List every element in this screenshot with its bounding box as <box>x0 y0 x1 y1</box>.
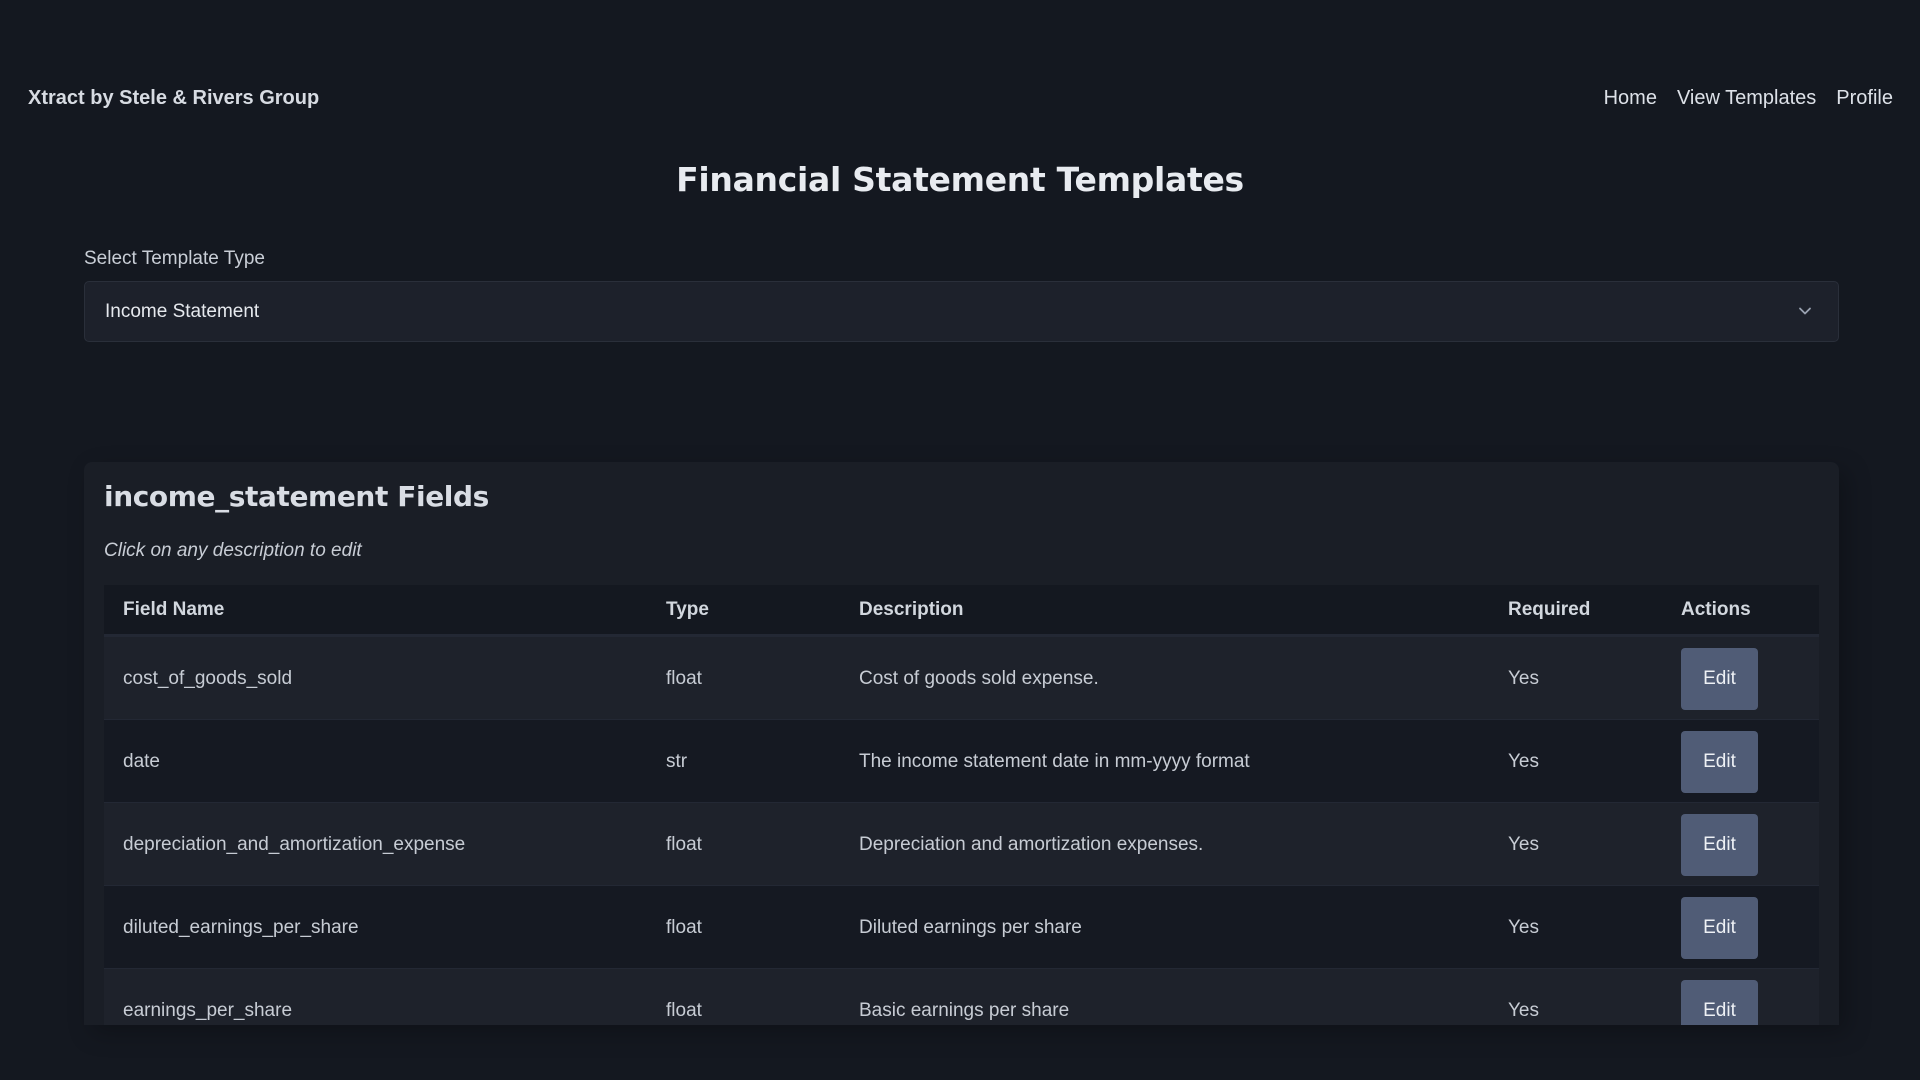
field-name-cell: cost_of_goods_sold <box>123 668 293 689</box>
column-header-description: Description <box>859 599 964 620</box>
description-cell[interactable]: The income statement date in mm-yyyy for… <box>859 751 1250 773</box>
description-cell[interactable]: Diluted earnings per share <box>859 917 1082 939</box>
table-row: date str The income statement date in mm… <box>104 720 1819 803</box>
brand-logo-text[interactable]: Xtract by Stele & Rivers Group <box>28 87 319 110</box>
fields-table: Field Name Type Description Required Act… <box>104 585 1819 1025</box>
template-type-select[interactable]: Income Statement <box>84 281 1839 342</box>
top-navbar: Xtract by Stele & Rivers Group Home View… <box>0 0 1920 140</box>
table-row: diluted_earnings_per_share float Diluted… <box>104 886 1819 969</box>
column-header-required: Required <box>1508 599 1591 620</box>
main-nav: Home View Templates Profile <box>1604 87 1893 110</box>
edit-button[interactable]: Edit <box>1681 731 1758 793</box>
field-name-cell: diluted_earnings_per_share <box>123 917 359 938</box>
field-name-cell: depreciation_and_amortization_expense <box>123 834 466 855</box>
fields-panel: income_statement Fields Click on any des… <box>84 462 1839 1025</box>
nav-profile-link[interactable]: Profile <box>1836 87 1893 110</box>
required-cell: Yes <box>1508 917 1539 938</box>
template-type-label: Select Template Type <box>84 248 265 269</box>
required-cell: Yes <box>1508 668 1539 689</box>
description-cell[interactable]: Cost of goods sold expense. <box>859 668 1099 690</box>
table-row: depreciation_and_amortization_expense fl… <box>104 803 1819 886</box>
nav-home-link[interactable]: Home <box>1604 87 1657 110</box>
template-type-selected-value: Income Statement <box>105 301 260 322</box>
required-cell: Yes <box>1508 751 1539 772</box>
type-cell: float <box>666 668 702 689</box>
edit-button[interactable]: Edit <box>1681 648 1758 710</box>
table-row: cost_of_goods_sold float Cost of goods s… <box>104 637 1819 720</box>
field-name-cell: date <box>123 751 160 772</box>
field-name-cell: earnings_per_share <box>123 1000 293 1021</box>
edit-button[interactable]: Edit <box>1681 980 1758 1025</box>
description-cell[interactable]: Basic earnings per share <box>859 1000 1069 1022</box>
page-title: Financial Statement Templates <box>676 160 1244 199</box>
column-header-field-name: Field Name <box>123 599 225 620</box>
table-row: earnings_per_share float Basic earnings … <box>104 969 1819 1025</box>
type-cell: float <box>666 917 702 938</box>
fields-panel-title: income_statement Fields <box>104 480 489 513</box>
description-cell[interactable]: Depreciation and amortization expenses. <box>859 834 1203 856</box>
edit-button[interactable]: Edit <box>1681 814 1758 876</box>
chevron-down-icon <box>1799 307 1811 315</box>
edit-hint-text: Click on any description to edit <box>104 540 362 561</box>
column-header-type: Type <box>666 599 709 620</box>
nav-view-templates-link[interactable]: View Templates <box>1677 87 1816 110</box>
type-cell: float <box>666 834 702 855</box>
required-cell: Yes <box>1508 834 1539 855</box>
type-cell: float <box>666 1000 702 1021</box>
required-cell: Yes <box>1508 1000 1539 1021</box>
column-header-actions: Actions <box>1681 599 1751 620</box>
type-cell: str <box>666 751 688 772</box>
table-header-row: Field Name Type Description Required Act… <box>104 585 1819 637</box>
edit-button[interactable]: Edit <box>1681 897 1758 959</box>
